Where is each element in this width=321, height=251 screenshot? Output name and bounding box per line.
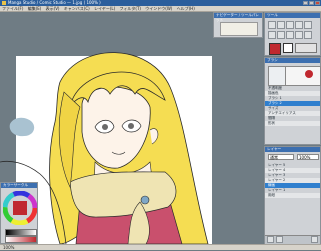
brush-tool-button[interactable] (277, 21, 285, 29)
select-tool-button[interactable] (304, 21, 312, 29)
illustration[interactable] (0, 12, 263, 244)
minimize-button[interactable] (303, 1, 308, 5)
navigator-title: ナビゲーター / ツールパレット (214, 13, 262, 22)
pupil-right (128, 123, 134, 129)
close-button[interactable] (315, 1, 320, 5)
duplicate-layer-button[interactable] (276, 236, 283, 243)
brush-panel: ブラシ 不透明度 描画色 ブラシ 1 ブラシ 2 サイズ アンチエイリアス 間隔… (264, 57, 321, 145)
pupil-left (102, 124, 108, 130)
background-color-swatch[interactable] (283, 43, 293, 53)
eraser-tool-button[interactable] (286, 21, 294, 29)
layer-toolbar (265, 235, 320, 244)
blend-mode-select[interactable]: 通常 (268, 154, 294, 160)
brush-row[interactable]: 形状 (265, 121, 320, 126)
tool-palette-title: ツール (265, 13, 320, 18)
navigator-thumbnail[interactable] (220, 22, 258, 36)
fill-tool-button[interactable] (295, 21, 303, 29)
brush-panel-title: ブラシ (265, 58, 320, 63)
text-tool-button[interactable] (295, 31, 303, 39)
hand-tool-button[interactable] (286, 31, 294, 39)
layer-panel: レイヤー 通常 100% レイヤー 5 レイヤー 4 レイヤー 3 レイヤー 2… (264, 146, 321, 244)
brush-preview[interactable] (268, 66, 286, 86)
color-panel-title: カラーサークル (1, 183, 37, 188)
layer-row[interactable]: 用紙 (265, 193, 320, 198)
layer-panel-title: レイヤー (265, 147, 320, 152)
app-icon (2, 1, 6, 5)
new-layer-button[interactable] (267, 236, 274, 243)
color-wheel[interactable] (3, 191, 37, 225)
foreground-color-swatch[interactable] (269, 43, 281, 55)
pen-tool-button[interactable] (268, 21, 276, 29)
eyedropper-tool-button[interactable] (304, 31, 312, 39)
brush-tip-icon (305, 70, 313, 78)
color-mode-toggle[interactable] (295, 43, 317, 53)
blue-paint-stroke (9, 117, 35, 137)
zoom-tool-button[interactable] (277, 31, 285, 39)
saturation-slider[interactable] (5, 236, 37, 243)
tool-palette: ツール (264, 12, 321, 56)
value-slider[interactable] (5, 229, 37, 236)
color-panel: カラーサークル (0, 182, 38, 244)
status-bar: 100% (0, 244, 321, 250)
layer-opacity-field[interactable]: 100% (297, 154, 319, 160)
brooch (140, 195, 150, 205)
brush-size-preview[interactable] (285, 66, 321, 86)
window-title: Manga Studio / Comic Studio — 1.jpg ( 10… (8, 0, 101, 5)
move-tool-button[interactable] (268, 31, 276, 39)
delete-layer-button[interactable] (311, 236, 318, 243)
maximize-button[interactable] (309, 1, 314, 5)
zoom-level: 100% (3, 245, 15, 250)
navigator-panel: ナビゲーター / ツールパレット (213, 12, 263, 38)
